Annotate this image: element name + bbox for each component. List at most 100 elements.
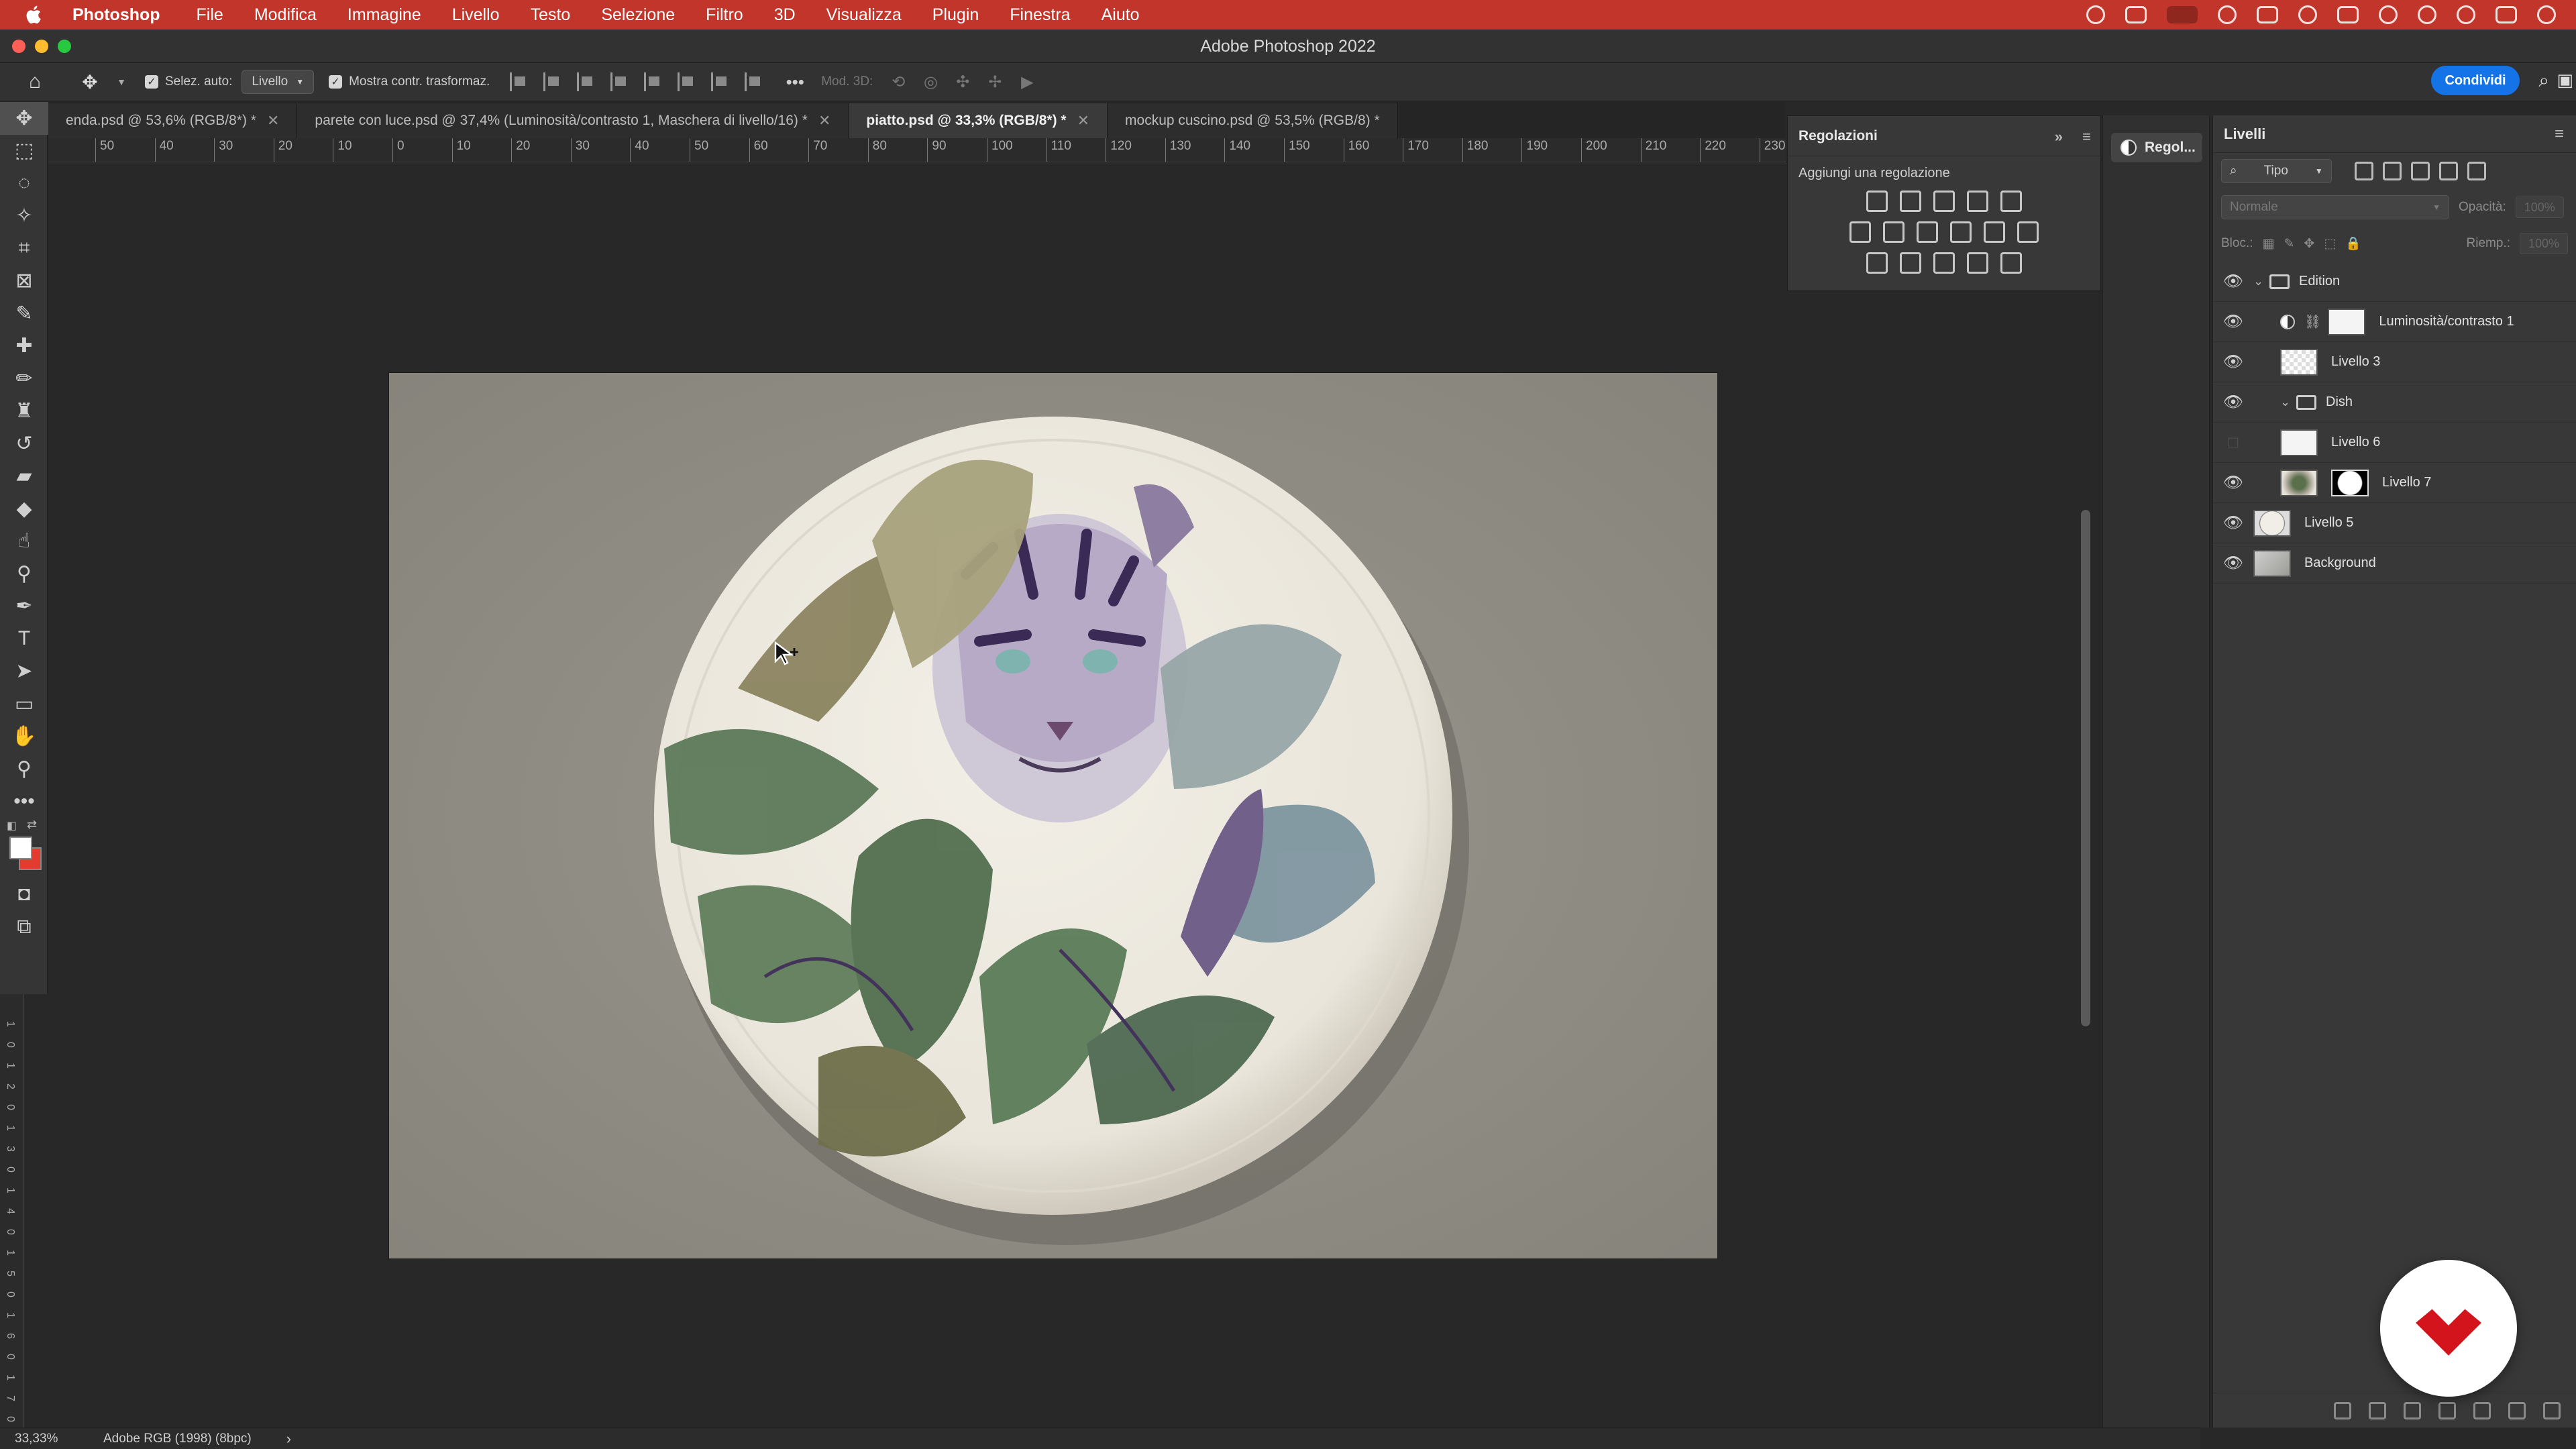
menu-plugin[interactable]: Plugin [932, 5, 979, 25]
3d-roll-icon[interactable]: ◎ [914, 68, 947, 95]
layer-row-group[interactable]: 👁 ⌄ Edition [2213, 262, 2576, 302]
workspace-icon[interactable]: ▣ [2557, 70, 2573, 91]
color-balance-icon[interactable] [1883, 221, 1904, 243]
align-left-icon[interactable] [510, 72, 529, 91]
layer-row-pixel-masked[interactable]: 👁 Livello 7 [2213, 463, 2576, 503]
tab-document-4[interactable]: mockup cuscino.psd @ 53,5% (RGB/8) * [1108, 103, 1398, 138]
opacity-field[interactable]: 100% [2515, 197, 2564, 218]
dodge-tool-icon[interactable]: ⚲ [0, 557, 48, 590]
zoom-tool-icon[interactable]: ⚲ [0, 753, 48, 786]
curves-icon[interactable] [1933, 191, 1955, 212]
menu-visualizza[interactable]: Visualizza [826, 5, 902, 25]
move-tool-preset-icon[interactable]: ✥ [70, 68, 110, 95]
add-mask-icon[interactable] [2404, 1401, 2421, 1419]
window-switcher-icon[interactable] [2257, 6, 2278, 23]
control-center-icon[interactable] [2496, 6, 2517, 23]
type-tool-icon[interactable]: T [0, 623, 48, 655]
settings-sliders-icon[interactable] [2125, 6, 2147, 23]
eyedropper-icon[interactable]: ✎ [0, 297, 48, 330]
visibility-eye-icon[interactable]: 👁 [2213, 463, 2253, 503]
3d-camera-icon[interactable]: ▶ [1011, 68, 1043, 95]
visibility-eye-icon[interactable]: 👁 [2213, 342, 2253, 382]
new-group-icon[interactable] [2473, 1401, 2491, 1419]
delete-layer-icon[interactable] [2543, 1401, 2561, 1419]
collapse-panel-icon[interactable]: » [2055, 128, 2063, 146]
filter-shape-icon[interactable] [2438, 162, 2458, 180]
paint-bucket-icon[interactable]: ◆ [0, 492, 48, 525]
show-transform-checkbox[interactable]: ✓ [329, 75, 343, 89]
history-brush-icon[interactable]: ↺ [0, 427, 48, 460]
rectangular-marquee-icon[interactable]: ⬚ [0, 135, 48, 168]
levels-icon[interactable] [1900, 191, 1921, 212]
filter-adjustment-icon[interactable] [2382, 162, 2402, 180]
distribute-vertical-icon[interactable] [745, 72, 763, 91]
layer-row-pixel[interactable]: 👁 Livello 3 [2213, 342, 2576, 382]
lock-position-icon[interactable]: ✥ [2304, 236, 2314, 252]
close-tab-icon[interactable]: ✕ [1077, 112, 1089, 129]
move-tool-icon[interactable]: ✥ [0, 102, 48, 135]
zoom-level[interactable]: 33,33% [0, 1432, 94, 1446]
foreground-color-swatch[interactable] [9, 837, 32, 859]
crop-tool-icon[interactable]: ⌗ [0, 232, 48, 265]
layer-style-fx-icon[interactable] [2369, 1401, 2386, 1419]
auto-select-dropdown[interactable]: Livello ▼ [241, 70, 315, 94]
blend-mode-dropdown[interactable]: Normale ▼ [2221, 195, 2449, 219]
chevron-down-icon[interactable]: ▼ [110, 68, 133, 95]
menu-file[interactable]: File [197, 5, 223, 25]
fill-field[interactable]: 100% [2520, 233, 2568, 254]
threshold-icon[interactable] [1933, 252, 1955, 274]
tab-document-active[interactable]: piatto.psd @ 33,3% (RGB/8*) * ✕ [849, 103, 1108, 138]
search-icon[interactable]: ⌕ [2538, 70, 2549, 92]
mask-link-icon[interactable]: ⛓ [2304, 313, 2321, 330]
magic-wand-icon[interactable]: ✧ [0, 200, 48, 233]
menu-finestra[interactable]: Finestra [1010, 5, 1070, 25]
visibility-eye-icon[interactable]: 👁 [2213, 543, 2253, 584]
smudge-tool-icon[interactable]: ☝ [0, 525, 48, 558]
screen-mode-icon[interactable]: ⧉ [0, 911, 48, 944]
gradient-map-icon[interactable] [2000, 252, 2022, 274]
share-button[interactable]: Condividi [2431, 66, 2520, 95]
spotlight-search-icon[interactable] [2418, 5, 2436, 24]
layer-row-pixel[interactable]: 👁 Livello 5 [2213, 503, 2576, 543]
layer-row-background[interactable]: 👁 Background [2213, 543, 2576, 584]
3d-slide-icon[interactable]: ✢ [979, 68, 1011, 95]
pen-tool-icon[interactable]: ✒ [0, 590, 48, 623]
default-colors-icon[interactable]: ◧ [7, 819, 17, 833]
lock-transparency-icon[interactable]: ▦ [2263, 236, 2275, 252]
photo-filter-icon[interactable] [1950, 221, 1972, 243]
edit-toolbar-icon[interactable]: ••• [0, 786, 48, 818]
power-icon[interactable] [2537, 5, 2556, 24]
link-layers-icon[interactable] [2334, 1401, 2351, 1419]
recording-indicator-icon[interactable] [2167, 6, 2198, 23]
filter-type-icon[interactable] [2410, 162, 2430, 180]
vertical-scrollbar[interactable] [2081, 510, 2090, 1026]
invert-icon[interactable] [1866, 252, 1888, 274]
eraser-tool-icon[interactable]: ▰ [0, 460, 48, 493]
visibility-eye-icon[interactable]: 👁 [2213, 302, 2253, 342]
visibility-eye-off-icon[interactable]: □ [2213, 423, 2253, 463]
status-menu-arrow[interactable]: › [286, 1430, 291, 1448]
auto-select-checkbox[interactable]: ✓ [145, 75, 158, 89]
wifi-icon[interactable] [2298, 5, 2317, 24]
panel-menu-icon[interactable]: ≡ [2082, 128, 2091, 146]
bluetooth-icon[interactable] [2379, 5, 2398, 24]
align-right-icon[interactable] [577, 72, 596, 91]
path-selection-icon[interactable]: ➤ [0, 655, 48, 688]
selective-color-icon[interactable] [1967, 252, 1988, 274]
menu-livello[interactable]: Livello [452, 5, 500, 25]
menu-selezione[interactable]: Selezione [601, 5, 675, 25]
document-image[interactable] [389, 373, 1717, 1258]
layer-row-group[interactable]: 👁 ⌄ Dish [2213, 382, 2576, 423]
black-white-icon[interactable] [1917, 221, 1938, 243]
group-expand-chevron-icon[interactable]: ⌄ [2280, 395, 2296, 409]
layer-filter-dropdown[interactable]: ⌕ Tipo ▼ [2221, 159, 2332, 183]
menu-testo[interactable]: Testo [531, 5, 571, 25]
group-expand-chevron-icon[interactable]: ⌄ [2253, 274, 2269, 288]
layer-row-pixel-hidden[interactable]: □ Livello 6 [2213, 423, 2576, 463]
distribute-icon[interactable] [610, 72, 629, 91]
align-center-icon[interactable] [543, 72, 562, 91]
adjustments-collapsed-button[interactable]: Regol... [2111, 133, 2202, 162]
rectangle-tool-icon[interactable]: ▭ [0, 688, 48, 720]
healing-brush-icon[interactable]: ✚ [0, 330, 48, 363]
clone-stamp-icon[interactable]: ♜ [0, 395, 48, 428]
